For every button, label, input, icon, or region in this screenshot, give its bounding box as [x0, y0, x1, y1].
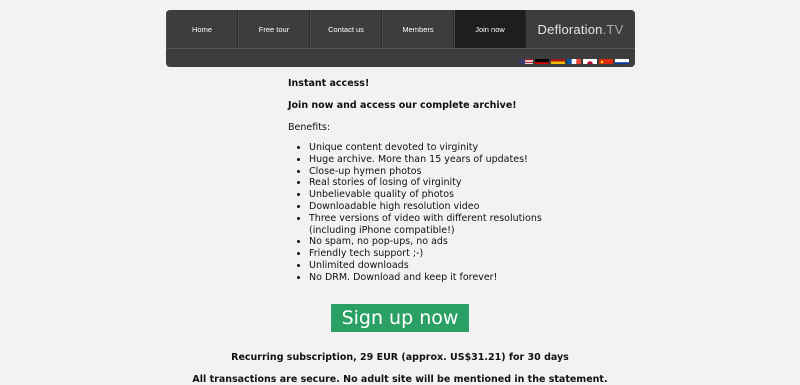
nav-members[interactable]: Members [382, 10, 454, 48]
nav-join-now[interactable]: Join now [454, 10, 526, 48]
list-item: Unique content devoted to virginity [309, 142, 549, 154]
es-flag-icon[interactable] [551, 54, 565, 64]
join-heading: Join now and access our complete archive… [288, 100, 517, 111]
list-item: Close-up hymen photos [309, 166, 549, 178]
instant-access-heading: Instant access! [288, 78, 370, 89]
ru-flag-icon[interactable] [615, 54, 629, 64]
security-note: All transactions are secure. No adult si… [192, 374, 608, 385]
brand-name: Defloration [537, 21, 603, 37]
list-item: No DRM. Download and keep it forever! [309, 272, 549, 284]
us-flag-icon[interactable] [519, 54, 533, 64]
cn-flag-icon[interactable] [599, 54, 613, 64]
benefits-label: Benefits: [288, 122, 331, 133]
jp-flag-icon[interactable] [583, 54, 597, 64]
list-item: Friendly tech support ;-) [309, 248, 549, 260]
brand-tld: .TV [602, 21, 624, 37]
list-item: Real stories of losing of virginity [309, 177, 549, 189]
list-item: Three versions of video with different r… [309, 213, 549, 237]
list-item: Unbelievable quality of photos [309, 189, 549, 201]
subscription-info: Recurring subscription, 29 EUR (approx. … [231, 352, 569, 363]
list-item: Downloadable high resolution video [309, 201, 549, 213]
nav-free-tour[interactable]: Free tour [238, 10, 310, 48]
nav-contact-us[interactable]: Contact us [310, 10, 382, 48]
sign-up-button[interactable]: Sign up now [331, 304, 469, 332]
list-item: No spam, no pop-ups, no ads [309, 236, 549, 248]
site-logo[interactable]: Defloration .TV [526, 10, 635, 48]
de-flag-icon[interactable] [535, 54, 549, 64]
list-item: Huge archive. More than 15 years of upda… [309, 154, 549, 166]
language-flags [166, 48, 635, 67]
fr-flag-icon[interactable] [567, 54, 581, 64]
top-navigation: Home Free tour Contact us Members Join n… [166, 10, 635, 67]
benefits-list: Unique content devoted to virginity Huge… [288, 142, 549, 284]
nav-home[interactable]: Home [166, 10, 238, 48]
list-item: Unlimited downloads [309, 260, 549, 272]
